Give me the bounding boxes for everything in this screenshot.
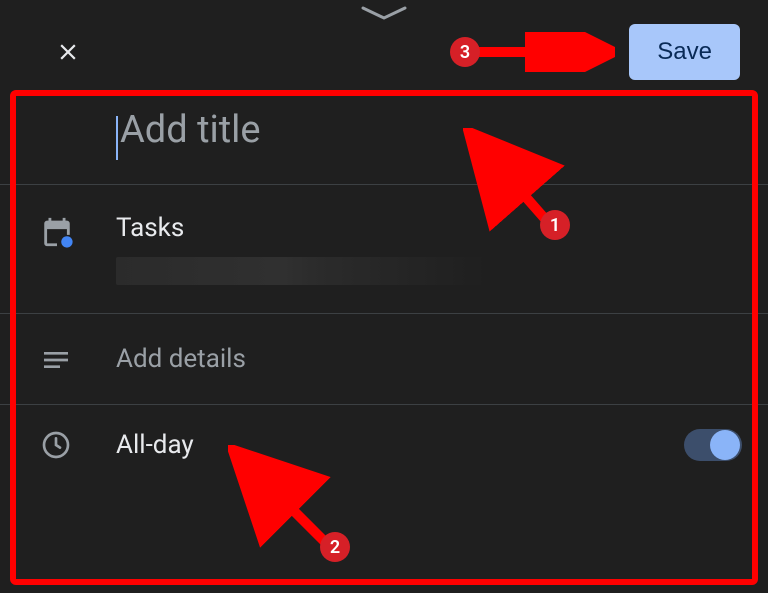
- close-button[interactable]: [48, 32, 88, 72]
- toggle-knob: [710, 430, 740, 460]
- save-button[interactable]: Save: [629, 24, 740, 80]
- annotation-badge-2: 2: [320, 532, 350, 562]
- annotation-badge-3: 3: [450, 37, 480, 67]
- allday-toggle[interactable]: [684, 429, 742, 461]
- annotation-badge-1: 1: [540, 210, 570, 240]
- close-icon: [55, 39, 81, 65]
- annotation-frame: [10, 90, 758, 585]
- drag-handle-chevron-icon[interactable]: [354, 4, 414, 24]
